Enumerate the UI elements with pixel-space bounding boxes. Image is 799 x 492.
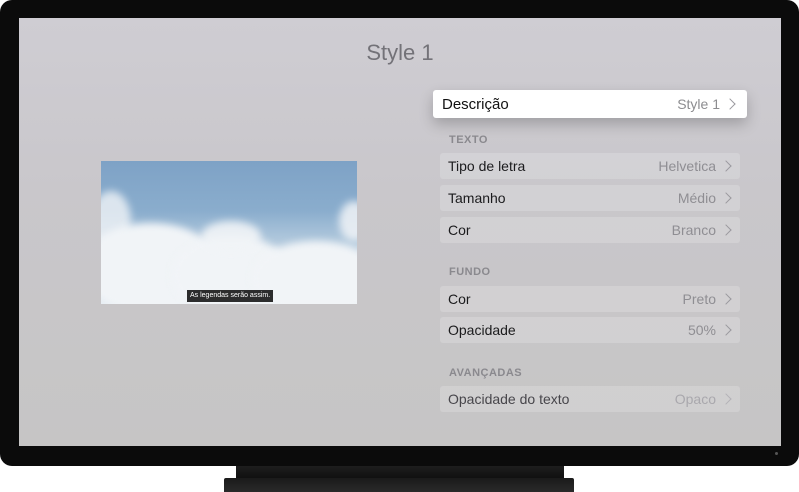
chevron-right-icon [720, 160, 732, 172]
section-header-avancadas: AVANÇADAS [449, 367, 523, 379]
chevron-right-icon [720, 324, 732, 336]
tv-screen: Style 1 As legendas serão assim. Descriç… [19, 18, 781, 446]
row-value: Médio [677, 190, 716, 206]
subtitle-preview-image: As legendas serão assim. [101, 161, 357, 304]
tv-stand-base [224, 478, 574, 492]
page-title: Style 1 [366, 40, 434, 65]
row-label: Cor [448, 291, 471, 307]
description-label: Descrição [442, 95, 509, 113]
chevron-right-icon [720, 393, 732, 405]
row-label: Tipo de letra [448, 158, 526, 174]
row-background-color[interactable]: Cor Preto [440, 286, 740, 312]
description-row[interactable]: Descrição Style 1 [433, 90, 747, 118]
tv-bezel: Style 1 As legendas serão assim. Descriç… [0, 0, 799, 466]
row-label: Cor [448, 222, 471, 238]
row-label: Opacidade do texto [448, 391, 570, 407]
section-header-fundo: FUNDO [449, 266, 491, 278]
row-value: Helvetica [658, 158, 716, 174]
subtitle-preview-caption: As legendas serão assim. [187, 290, 274, 302]
row-background-opacity[interactable]: Opacidade 50% [440, 317, 740, 343]
chevron-right-icon [720, 224, 732, 236]
description-value: Style 1 [677, 96, 720, 112]
row-value: Branco [671, 222, 716, 238]
section-header-texto: TEXTO [449, 134, 488, 146]
chevron-right-icon [720, 192, 732, 204]
row-label: Opacidade [448, 322, 516, 338]
row-text-size[interactable]: Tamanho Médio [440, 185, 740, 211]
row-text-opacity[interactable]: Opacidade do texto Opaco [440, 386, 740, 412]
power-led [775, 452, 778, 455]
chevron-right-icon [724, 98, 736, 110]
row-value: Opaco [674, 391, 716, 407]
row-value: 50% [687, 322, 716, 338]
chevron-right-icon [720, 293, 732, 305]
row-label: Tamanho [448, 190, 506, 206]
row-value: Preto [682, 291, 716, 307]
row-text-color[interactable]: Cor Branco [440, 217, 740, 243]
row-text-font[interactable]: Tipo de letra Helvetica [440, 153, 740, 179]
